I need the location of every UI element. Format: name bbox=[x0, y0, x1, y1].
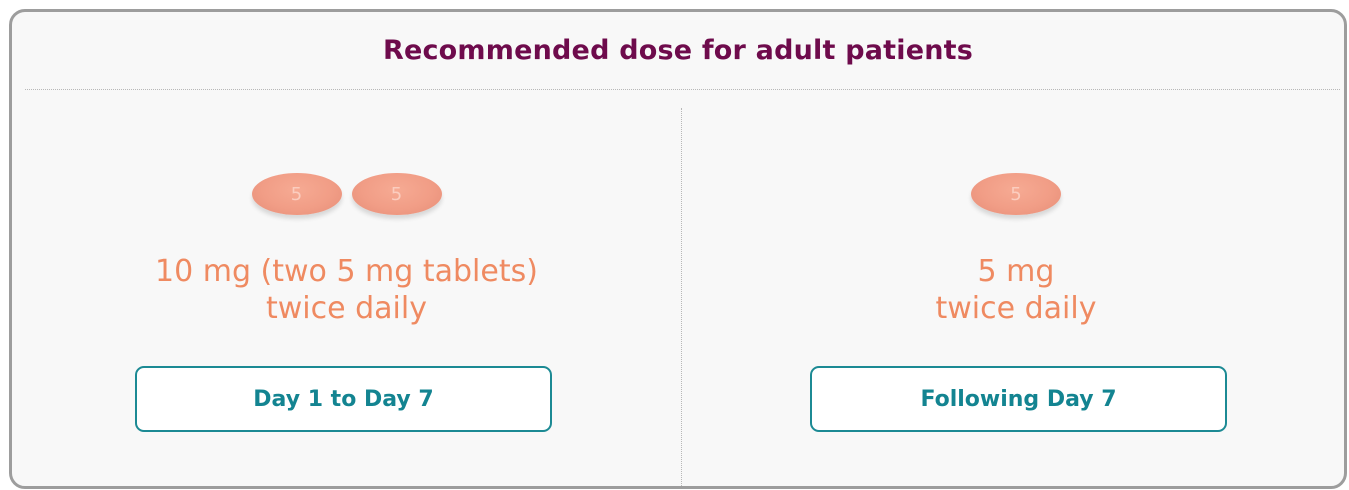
dose-frequency: twice daily bbox=[266, 291, 427, 326]
tablet-group: 5 5 bbox=[12, 173, 681, 215]
tablet-marking: 5 bbox=[390, 183, 403, 205]
regimen-initial: 5 5 10 mg (two 5 mg tablets) twice daily… bbox=[12, 90, 681, 490]
dose-frequency: twice daily bbox=[935, 291, 1097, 326]
tablet-marking: 5 bbox=[290, 183, 303, 205]
dose-amount: 5 mg bbox=[977, 254, 1055, 289]
tablet-icon: 5 bbox=[971, 173, 1061, 215]
regimen-maintenance: 5 5 mg twice daily Following Day 7 bbox=[682, 90, 1349, 490]
tablet-icon: 5 bbox=[351, 173, 442, 215]
dosage-card: Recommended dose for adult patients 5 5 … bbox=[9, 9, 1347, 489]
period-button-day-1-to-7[interactable]: Day 1 to Day 7 bbox=[135, 366, 552, 432]
dose-amount: 10 mg (two 5 mg tablets) bbox=[155, 254, 538, 289]
tablet-icon: 5 bbox=[251, 173, 342, 215]
period-button-following-day-7[interactable]: Following Day 7 bbox=[810, 366, 1227, 432]
dose-description: 10 mg (two 5 mg tablets) twice daily bbox=[12, 253, 681, 327]
tablet-group: 5 bbox=[682, 173, 1349, 215]
card-title: Recommended dose for adult patients bbox=[382, 35, 974, 66]
dose-description: 5 mg twice daily bbox=[682, 253, 1349, 327]
tablet-marking: 5 bbox=[1010, 183, 1022, 205]
